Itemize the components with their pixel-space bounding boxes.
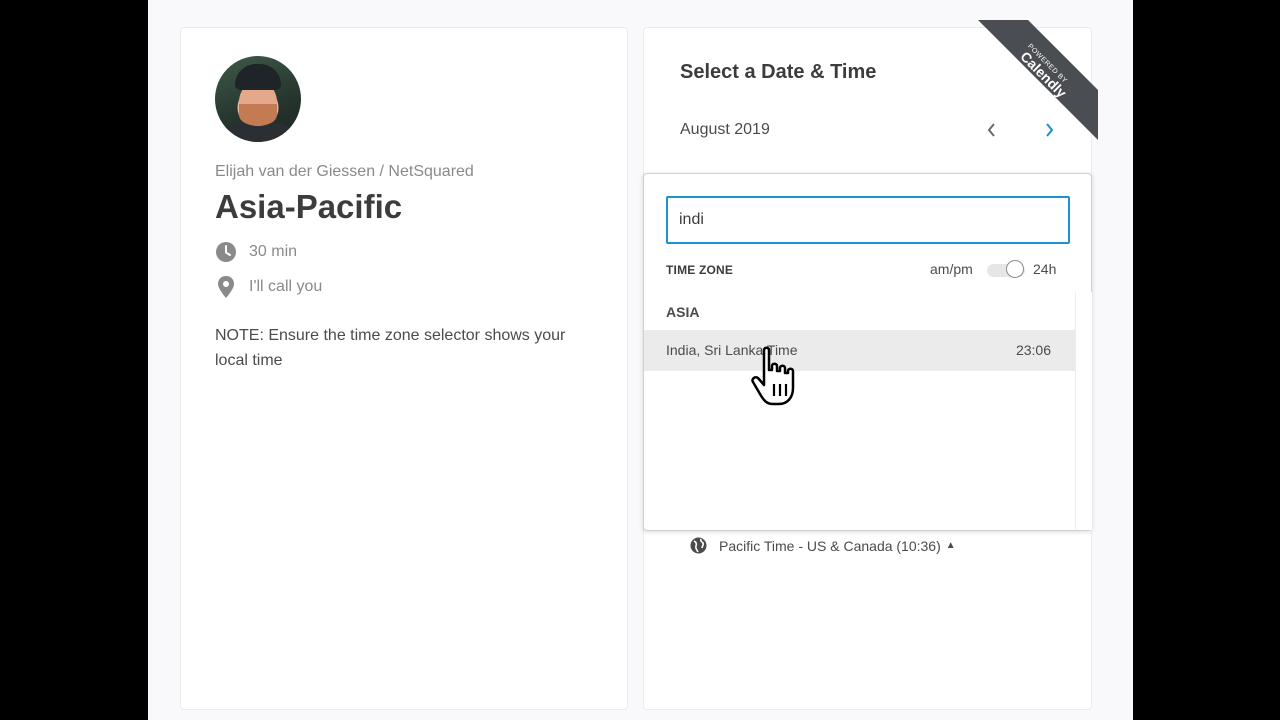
timezone-option-time: 23:06	[1015, 342, 1051, 358]
timezone-option-india[interactable]: India, Sri Lanka Time 23:06	[644, 330, 1075, 371]
timezone-search-input[interactable]	[666, 196, 1070, 244]
event-details-panel: Elijah van der Giessen / NetSquared Asia…	[180, 27, 628, 710]
location-label: I'll call you	[249, 278, 323, 295]
powered-by-calendly-badge[interactable]: POWERED BY Calendly	[978, 20, 1098, 162]
ampm-label: am/pm	[930, 261, 973, 277]
avatar	[215, 56, 301, 142]
clock-icon	[215, 241, 237, 263]
timezone-results-list: ASIA India, Sri Lanka Time 23:06	[644, 292, 1075, 530]
caret-up-icon: ▲	[945, 540, 956, 551]
timezone-option-name: India, Sri Lanka Time	[666, 342, 798, 358]
timezone-dropdown: TIME ZONE am/pm 24h ASIA India, Sri Lank…	[643, 173, 1092, 531]
results-scrollbar[interactable]	[1075, 292, 1092, 530]
duration-row: 30 min	[215, 241, 297, 263]
month-label: August 2019	[680, 121, 770, 138]
timezone-label: TIME ZONE	[666, 263, 734, 277]
event-title: Asia-Pacific	[215, 188, 403, 225]
owner-name: Elijah van der Giessen / NetSquared	[215, 163, 474, 180]
group-label-asia: ASIA	[666, 304, 700, 320]
map-pin-icon	[215, 276, 237, 298]
event-note: NOTE: Ensure the time zone selector show…	[215, 327, 566, 369]
current-timezone-label: Pacific Time - US & Canada (10:36)	[719, 537, 941, 554]
calendar-heading: Select a Date & Time	[680, 61, 877, 83]
duration-label: 30 min	[249, 243, 298, 260]
timezone-selector[interactable]: Pacific Time - US & Canada (10:36) ▲	[690, 537, 956, 554]
globe-icon	[690, 537, 707, 554]
location-row: I'll call you	[215, 276, 322, 298]
24h-label: 24h	[1033, 261, 1057, 277]
time-format-toggle[interactable]	[987, 260, 1027, 280]
